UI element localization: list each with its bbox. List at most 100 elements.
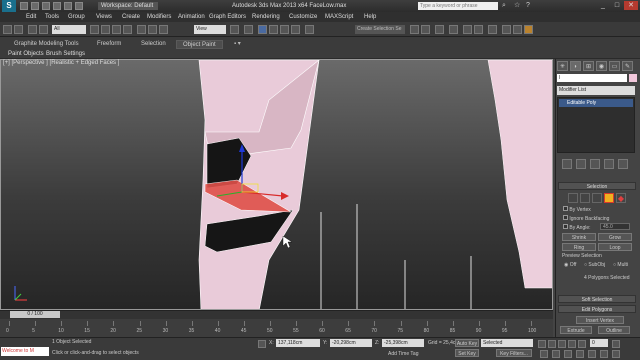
display-tab-icon[interactable]: ▭ [609, 61, 620, 71]
tab-graphite-modeling-tools[interactable]: Graphite Modeling Tools [14, 40, 79, 49]
perspective-viewport[interactable] [0, 59, 553, 310]
menu-customize[interactable]: Customize [289, 12, 317, 22]
extrude-button[interactable]: Extrude [560, 326, 592, 334]
auto-key-button[interactable]: Auto Key [455, 339, 479, 347]
go-to-end-icon[interactable] [578, 340, 586, 348]
named-selection-dropdown[interactable]: Create Selection Se [355, 25, 405, 34]
trackbar[interactable] [0, 319, 553, 337]
show-end-result-icon[interactable] [576, 159, 586, 169]
by-vertex-option[interactable]: By Vertex [563, 206, 591, 213]
open-file-icon[interactable] [31, 2, 39, 10]
pivot-center-icon[interactable] [230, 25, 239, 34]
menu-create[interactable]: Create [122, 12, 140, 22]
y-coordinate-field[interactable]: -20,298cm [330, 339, 372, 347]
hierarchy-tab-icon[interactable]: ⊞ [583, 61, 594, 71]
undo-icon[interactable] [53, 2, 61, 10]
edge-mode-icon[interactable] [580, 193, 590, 203]
app-logo-icon[interactable]: S [2, 0, 16, 12]
menu-rendering[interactable]: Rendering [252, 12, 280, 22]
maximize-button[interactable]: □ [610, 1, 624, 10]
preview-off-radio[interactable]: ◉ Off [564, 262, 576, 268]
star-icon[interactable]: ☆ [514, 2, 522, 10]
tab-object-paint[interactable]: Object Paint [176, 40, 223, 49]
preview-subobj-radio[interactable]: ○ SubObj [584, 262, 605, 268]
element-mode-icon[interactable]: ◆ [616, 193, 626, 203]
curve-editor-icon[interactable] [463, 25, 472, 34]
polygon-mode-icon[interactable] [604, 193, 614, 203]
mesh-right[interactable] [487, 60, 553, 289]
align-icon[interactable] [421, 25, 430, 34]
ribbon-options-icon[interactable]: ▪ ▾ [234, 40, 241, 49]
x-coordinate-field[interactable]: 137,118cm [276, 339, 320, 347]
remove-modifier-icon[interactable] [604, 159, 614, 169]
maxscript-listener[interactable]: Welcome to M [1, 347, 49, 356]
object-color-swatch[interactable] [629, 74, 637, 82]
tab-selection[interactable]: Selection [141, 40, 166, 49]
add-time-tag-button[interactable]: Add Time Tag [388, 351, 418, 357]
zoom-icon[interactable] [540, 350, 548, 358]
render-setup-icon[interactable] [502, 25, 511, 34]
by-angle-option[interactable]: By Angle: [563, 224, 591, 231]
grow-button[interactable]: Grow [598, 233, 632, 241]
snaps-toggle-icon[interactable] [258, 25, 267, 34]
previous-frame-icon[interactable] [548, 340, 556, 348]
vertex-mode-icon[interactable] [568, 193, 578, 203]
select-manipulate-icon[interactable] [244, 25, 253, 34]
orbit-icon[interactable] [600, 350, 608, 358]
zoom-all-icon[interactable] [552, 350, 560, 358]
project-folder-icon[interactable] [75, 2, 83, 10]
loop-button[interactable]: Loop [598, 243, 632, 251]
field-of-view-icon[interactable] [576, 350, 584, 358]
viewport-label[interactable]: [+] [Perspective ] [Realistic + Edged Fa… [3, 60, 119, 66]
minimize-button[interactable]: _ [596, 1, 610, 10]
border-mode-icon[interactable] [592, 193, 602, 203]
play-icon[interactable] [558, 340, 566, 348]
go-to-start-icon[interactable] [538, 340, 546, 348]
by-angle-spinner[interactable]: 45.0 [600, 223, 630, 230]
move-icon[interactable] [137, 25, 146, 34]
rect-selection-icon[interactable] [112, 25, 121, 34]
modifier-list-dropdown[interactable]: Modifier List [557, 86, 635, 95]
percent-snap-icon[interactable] [280, 25, 289, 34]
time-slider-thumb[interactable]: 0 / 100 [10, 311, 60, 318]
current-frame-field[interactable]: 0 [590, 339, 608, 347]
time-slider[interactable] [0, 310, 553, 319]
lock-selection-icon[interactable] [258, 340, 266, 348]
selection-rollout-header[interactable]: Selection [558, 182, 636, 190]
object-name-field[interactable]: l [557, 74, 627, 82]
modify-tab-icon[interactable]: ◗ [570, 61, 581, 71]
window-crossing-icon[interactable] [123, 25, 132, 34]
subtab-paint-objects[interactable]: Paint Objects [8, 50, 44, 58]
select-by-name-icon[interactable] [101, 25, 110, 34]
unlink-icon[interactable] [39, 25, 48, 34]
material-editor-icon[interactable] [488, 25, 497, 34]
z-coordinate-field[interactable]: -25,398cm [382, 339, 424, 347]
save-file-icon[interactable] [42, 2, 50, 10]
viewport-scene[interactable] [1, 60, 553, 310]
rotate-icon[interactable] [148, 25, 157, 34]
menu-modifiers[interactable]: Modifiers [147, 12, 171, 22]
soft-selection-rollout-header[interactable]: Soft Selection [558, 295, 636, 303]
preview-multi-radio[interactable]: ○ Multi [613, 262, 628, 268]
shrink-button[interactable]: Shrink [562, 233, 596, 241]
tab-freeform[interactable]: Freeform [97, 40, 121, 49]
configure-sets-icon[interactable] [618, 159, 628, 169]
insert-vertex-button[interactable]: Insert Vertex [576, 316, 624, 324]
menu-views[interactable]: Views [96, 12, 112, 22]
search-icon[interactable]: ⌕ [502, 2, 510, 10]
subtab-brush-settings[interactable]: Brush Settings [46, 50, 85, 58]
layer-manager-icon[interactable] [435, 25, 444, 34]
menu-animation[interactable]: Animation [178, 12, 205, 22]
help-icon[interactable]: ? [526, 2, 534, 10]
menu-edit[interactable]: Edit [26, 12, 36, 22]
reference-coordinate-dropdown[interactable]: View [194, 25, 226, 34]
select-object-icon[interactable] [90, 25, 99, 34]
workspace-dropdown[interactable]: Workspace: Default [98, 2, 158, 10]
stack-item-editable-poly[interactable]: Editable Poly [559, 99, 633, 107]
set-key-button[interactable]: Set Key [455, 349, 479, 357]
maximize-viewport-icon[interactable] [612, 350, 620, 358]
zoom-extents-icon[interactable] [564, 350, 572, 358]
menu-group[interactable]: Group [68, 12, 85, 22]
graphite-toggle-icon[interactable] [449, 25, 458, 34]
mirror-icon[interactable] [410, 25, 419, 34]
